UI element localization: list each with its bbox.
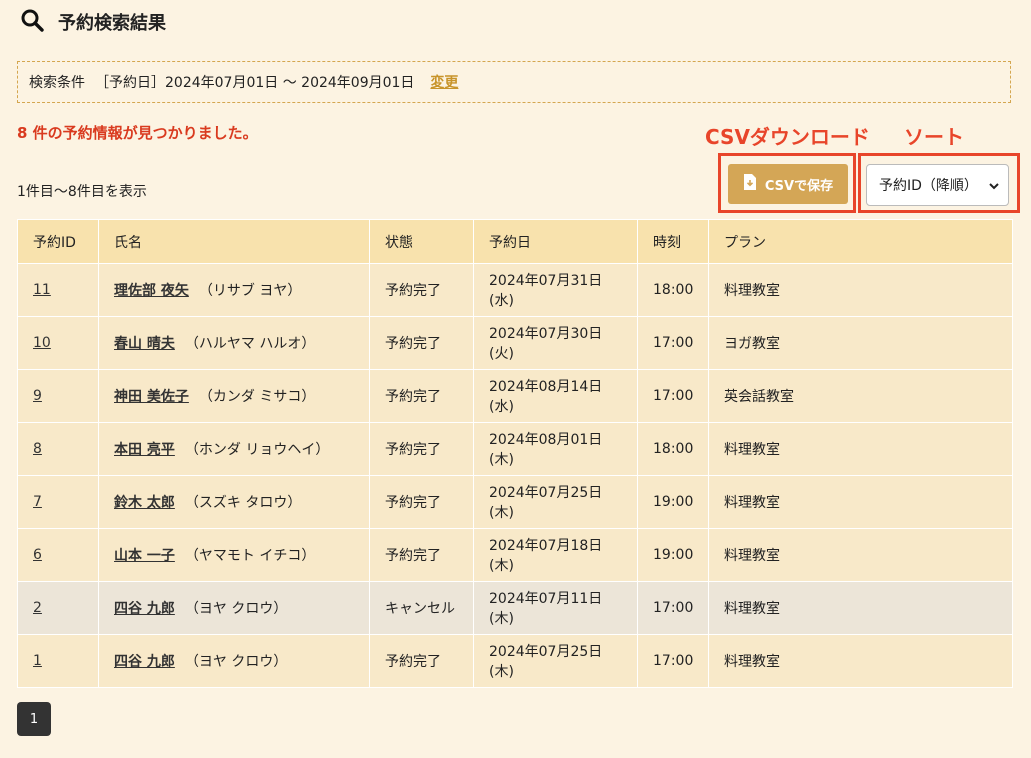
sort-select[interactable]: 予約ID（降順） (866, 164, 1009, 206)
status-cell: 予約完了 (369, 475, 474, 529)
reservation-table: 予約ID 氏名 状態 予約日 時刻 プラン 11 理佐部 夜矢 （リサブ ヨヤ） … (17, 219, 1013, 688)
plan-cell: 料理教室 (708, 634, 1013, 688)
csv-download-annotation: CSVダウンロード (705, 125, 870, 149)
sort-selected-value: 予約ID（降順） (879, 178, 978, 194)
customer-name-link[interactable]: 春山 晴夫 (114, 336, 175, 352)
customer-name-link[interactable]: 四谷 九郎 (114, 654, 175, 670)
customer-kana: （カンダ ミサコ） (198, 389, 316, 405)
customer-kana: （ヨヤ クロウ） (184, 654, 288, 670)
time-cell: 17:00 (637, 369, 709, 423)
date-cell: 2024年08月14日(水) (473, 369, 638, 423)
plan-cell: 英会話教室 (708, 369, 1013, 423)
time-cell: 17:00 (637, 634, 709, 688)
date-cell: 2024年07月25日(木) (473, 634, 638, 688)
date-cell: 2024年07月18日(木) (473, 528, 638, 582)
date-cell: 2024年07月25日(木) (473, 475, 638, 529)
csv-save-button[interactable]: CSVで保存 (728, 164, 848, 204)
status-cell: 予約完了 (369, 369, 474, 423)
col-header-plan: プラン (708, 219, 1013, 264)
customer-name-link[interactable]: 本田 亮平 (114, 442, 175, 458)
table-row: 7 鈴木 太郎 （スズキ タロウ） 予約完了 2024年07月25日(木) 19:… (17, 475, 1013, 529)
time-cell: 19:00 (637, 528, 709, 582)
reservation-id-link[interactable]: 6 (33, 547, 42, 563)
customer-kana: （ハルヤマ ハルオ） (184, 336, 316, 352)
plan-cell: 料理教室 (708, 422, 1013, 476)
table-row: 8 本田 亮平 （ホンダ リョウヘイ） 予約完了 2024年08月01日(木) 1… (17, 422, 1013, 476)
plan-cell: 料理教室 (708, 263, 1013, 317)
col-header-status: 状態 (369, 219, 474, 264)
time-cell: 18:00 (637, 263, 709, 317)
col-header-id: 予約ID (17, 219, 99, 264)
status-cell: 予約完了 (369, 422, 474, 476)
page-title: 予約検索結果 (58, 13, 166, 34)
plan-cell: 料理教室 (708, 528, 1013, 582)
time-cell: 17:00 (637, 316, 709, 370)
table-row: 11 理佐部 夜矢 （リサブ ヨヤ） 予約完了 2024年07月31日(水) 18… (17, 263, 1013, 317)
customer-kana: （リサブ ヨヤ） (198, 283, 302, 299)
condition-label: 検索条件 (29, 75, 85, 91)
time-cell: 19:00 (637, 475, 709, 529)
table-row: 10 春山 晴夫 （ハルヤマ ハルオ） 予約完了 2024年07月30日(火) 1… (17, 316, 1013, 370)
date-cell: 2024年07月30日(火) (473, 316, 638, 370)
status-cell: 予約完了 (369, 316, 474, 370)
status-cell: 予約完了 (369, 528, 474, 582)
status-cell: 予約完了 (369, 634, 474, 688)
reservation-id-link[interactable]: 7 (33, 494, 42, 510)
customer-name-link[interactable]: 鈴木 太郎 (114, 495, 175, 511)
date-cell: 2024年07月11日(木) (473, 581, 638, 635)
table-row: 9 神田 美佐子 （カンダ ミサコ） 予約完了 2024年08月14日(水) 17… (17, 369, 1013, 423)
table-row: 1 四谷 九郎 （ヨヤ クロウ） 予約完了 2024年07月25日(木) 17:0… (17, 634, 1013, 688)
chevron-down-icon (988, 180, 1000, 192)
reservation-id-link[interactable]: 9 (33, 388, 42, 404)
reservation-id-link[interactable]: 2 (33, 600, 42, 616)
status-cell: キャンセル (369, 581, 474, 635)
status-cell: 予約完了 (369, 263, 474, 317)
col-header-name: 氏名 (98, 219, 370, 264)
plan-cell: ヨガ教室 (708, 316, 1013, 370)
time-cell: 18:00 (637, 422, 709, 476)
result-count-message: 8 件の予約情報が見つかりました。 (17, 124, 258, 142)
customer-name-link[interactable]: 神田 美佐子 (114, 389, 189, 405)
search-icon (20, 8, 44, 36)
customer-kana: （ヤマモト イチコ） (184, 548, 316, 564)
condition-value: ［予約日］2024年07月01日 〜 2024年09月01日 (95, 75, 415, 91)
table-header-row: 予約ID 氏名 状態 予約日 時刻 プラン (17, 219, 1013, 264)
customer-kana: （ヨヤ クロウ） (184, 601, 288, 617)
customer-name-link[interactable]: 四谷 九郎 (114, 601, 175, 617)
display-range-label: 1件目〜8件目を表示 (17, 184, 147, 200)
customer-name-link[interactable]: 山本 一子 (114, 548, 175, 564)
reservation-id-link[interactable]: 8 (33, 441, 42, 457)
page-header: 予約検索結果 (20, 8, 166, 36)
file-download-icon (743, 174, 757, 194)
col-header-time: 時刻 (637, 219, 709, 264)
csv-save-label: CSVで保存 (764, 178, 834, 194)
customer-kana: （スズキ タロウ） (184, 495, 302, 511)
date-cell: 2024年07月31日(水) (473, 263, 638, 317)
plan-cell: 料理教室 (708, 475, 1013, 529)
date-cell: 2024年08月01日(木) (473, 422, 638, 476)
table-row: 6 山本 一子 （ヤマモト イチコ） 予約完了 2024年07月18日(木) 19… (17, 528, 1013, 582)
customer-kana: （ホンダ リョウヘイ） (184, 442, 330, 458)
plan-cell: 料理教室 (708, 581, 1013, 635)
reservation-id-link[interactable]: 1 (33, 653, 42, 669)
search-condition-box: 検索条件 ［予約日］2024年07月01日 〜 2024年09月01日 変更 (17, 61, 1011, 103)
reservation-id-link[interactable]: 10 (33, 335, 51, 351)
col-header-date: 予約日 (473, 219, 638, 264)
reservation-id-link[interactable]: 11 (33, 282, 51, 298)
table-row: 2 四谷 九郎 （ヨヤ クロウ） キャンセル 2024年07月11日(木) 17:… (17, 581, 1013, 635)
customer-name-link[interactable]: 理佐部 夜矢 (114, 283, 189, 299)
sort-annotation: ソート (904, 125, 964, 149)
page-1-button[interactable]: 1 (17, 702, 51, 736)
time-cell: 17:00 (637, 581, 709, 635)
change-condition-link[interactable]: 変更 (430, 72, 458, 92)
